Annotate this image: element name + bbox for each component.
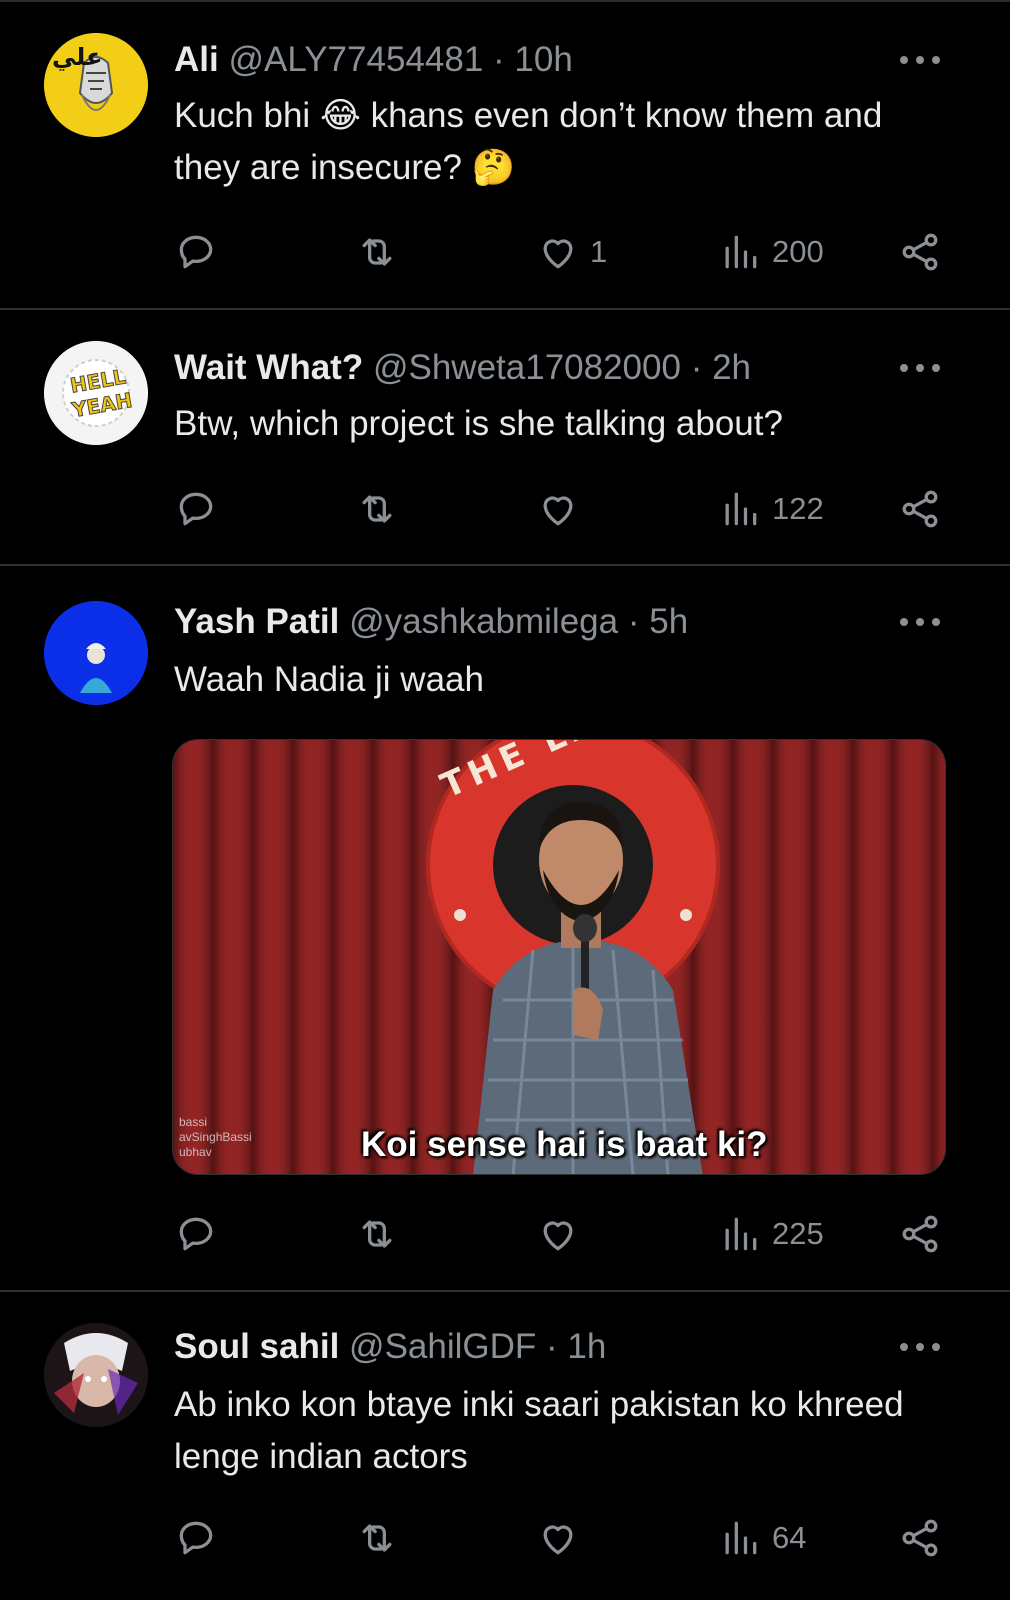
tweet-actions: 64: [174, 1514, 954, 1562]
tweet-text: Btw, which project is she talking about?: [174, 404, 783, 443]
views-icon: [725, 1217, 757, 1251]
more-options-icon[interactable]: [900, 1339, 940, 1355]
tweet-1[interactable]: علي Ali @ALY77454481 · 10h Kuch bhi 😂 kh…: [0, 0, 1010, 310]
reply-icon: [179, 1521, 213, 1555]
author-name[interactable]: Soul sahil: [174, 1327, 339, 1366]
retweet-icon: [362, 495, 392, 523]
tweet-media-image[interactable]: THE LAUGH bassi avSinghBassi ubhav Koi s…: [172, 739, 946, 1175]
author-name[interactable]: Ali: [174, 40, 219, 79]
views-button[interactable]: 200: [718, 228, 824, 276]
more-options-icon[interactable]: [900, 614, 940, 630]
tweet-text: Kuch bhi 😂 khans even don’t know them an…: [174, 90, 954, 194]
tweet-header: Soul sahil @SahilGDF · 1h: [174, 1327, 606, 1367]
author-handle[interactable]: @yashkabmilega: [349, 602, 618, 641]
timestamp[interactable]: 5h: [649, 602, 688, 641]
timestamp[interactable]: 10h: [514, 40, 572, 79]
author-handle[interactable]: @Shweta17082000: [373, 348, 681, 387]
retweet-button[interactable]: [354, 1514, 400, 1562]
timestamp[interactable]: 2h: [712, 348, 751, 387]
author-handle[interactable]: @ALY77454481: [228, 40, 483, 79]
views-icon: [725, 1521, 757, 1555]
author-name[interactable]: Wait What?: [174, 348, 363, 387]
heart-icon: [543, 239, 573, 269]
share-button[interactable]: [898, 485, 942, 533]
tweet-actions: 225: [174, 1210, 954, 1258]
avatar-image: [44, 1323, 148, 1427]
separator-dot: ·: [690, 348, 703, 387]
views-count: 122: [772, 491, 824, 526]
avatar[interactable]: [44, 601, 148, 705]
avatar[interactable]: علي: [44, 33, 148, 137]
watermark-line: ubhav: [179, 1145, 212, 1159]
heart-icon: [543, 496, 573, 526]
avatar-image: [44, 601, 148, 705]
avatar-arabic-text: علي: [52, 43, 103, 71]
reply-button[interactable]: [174, 228, 218, 276]
views-icon: [725, 492, 757, 526]
share-icon: [902, 490, 938, 528]
avatar[interactable]: [44, 1323, 148, 1427]
like-button[interactable]: [536, 485, 580, 533]
more-options-icon[interactable]: [900, 52, 940, 68]
views-button[interactable]: 225: [718, 1210, 824, 1258]
tweet-actions: 122: [174, 485, 954, 533]
tweet-header: Wait What? @Shweta17082000 · 2h: [174, 348, 751, 388]
more-options-icon[interactable]: [900, 360, 940, 376]
reply-icon: [179, 1217, 213, 1251]
share-button[interactable]: [898, 1514, 942, 1562]
reply-icon: [179, 235, 213, 269]
share-icon: [902, 233, 938, 271]
tweet-header: Ali @ALY77454481 · 10h: [174, 40, 573, 80]
author-name[interactable]: Yash Patil: [174, 602, 339, 641]
tweet-text-part: Kuch bhi: [174, 96, 320, 135]
tweet-2[interactable]: HELL YEAH Wait What? @Shweta17082000 · 2…: [0, 310, 1010, 564]
reply-button[interactable]: [174, 1210, 218, 1258]
heart-icon: [543, 1221, 573, 1251]
watermark-line: bassi: [179, 1115, 208, 1129]
retweet-icon: [362, 238, 392, 266]
retweet-button[interactable]: [354, 228, 400, 276]
share-button[interactable]: [898, 228, 942, 276]
watermark-line: avSinghBassi: [179, 1130, 252, 1144]
tweet-header: Yash Patil @yashkabmilega · 5h: [174, 602, 688, 642]
views-count: 225: [772, 1216, 824, 1251]
laughing-emoji: 😂: [319, 96, 361, 135]
author-handle[interactable]: @SahilGDF: [349, 1327, 536, 1366]
views-button[interactable]: 122: [718, 485, 824, 533]
timestamp[interactable]: 1h: [567, 1327, 606, 1366]
reply-icon: [179, 492, 213, 526]
video-caption: Koi sense hai is baat ki?: [361, 1125, 768, 1164]
reply-button[interactable]: [174, 1514, 218, 1562]
like-button[interactable]: [536, 1210, 580, 1258]
views-icon: [725, 235, 757, 269]
tweet-4[interactable]: Soul sahil @SahilGDF · 1h Ab inko kon bt…: [0, 1292, 1010, 1600]
reply-button[interactable]: [174, 485, 218, 533]
share-button[interactable]: [898, 1210, 942, 1258]
separator-dot: ·: [546, 1327, 558, 1366]
tweet-text: Ab inko kon btaye inki saari pakistan ko…: [174, 1385, 904, 1476]
heart-icon: [543, 1525, 573, 1555]
share-icon: [902, 1215, 938, 1253]
thinking-emoji: 🤔: [471, 148, 516, 187]
separator-dot: ·: [493, 40, 505, 79]
views-count: 64: [772, 1520, 807, 1555]
like-button[interactable]: [536, 1514, 580, 1562]
comedian-stage-image: [173, 740, 945, 1174]
retweet-icon: [362, 1220, 392, 1248]
like-count: 1: [590, 234, 608, 269]
avatar[interactable]: HELL YEAH: [44, 341, 148, 445]
retweet-button[interactable]: [354, 1210, 400, 1258]
retweet-button[interactable]: [354, 485, 400, 533]
views-count: 200: [772, 234, 824, 269]
separator-dot: ·: [627, 602, 640, 641]
tweet-text: Waah Nadia ji waah: [174, 660, 484, 699]
watermark: bassi avSinghBassi ubhav: [179, 1115, 252, 1160]
tweet-actions: 1 200: [174, 228, 954, 276]
retweet-icon: [362, 1524, 392, 1552]
views-button[interactable]: 64: [718, 1514, 806, 1562]
like-button[interactable]: 1: [536, 228, 607, 276]
share-icon: [902, 1519, 938, 1557]
